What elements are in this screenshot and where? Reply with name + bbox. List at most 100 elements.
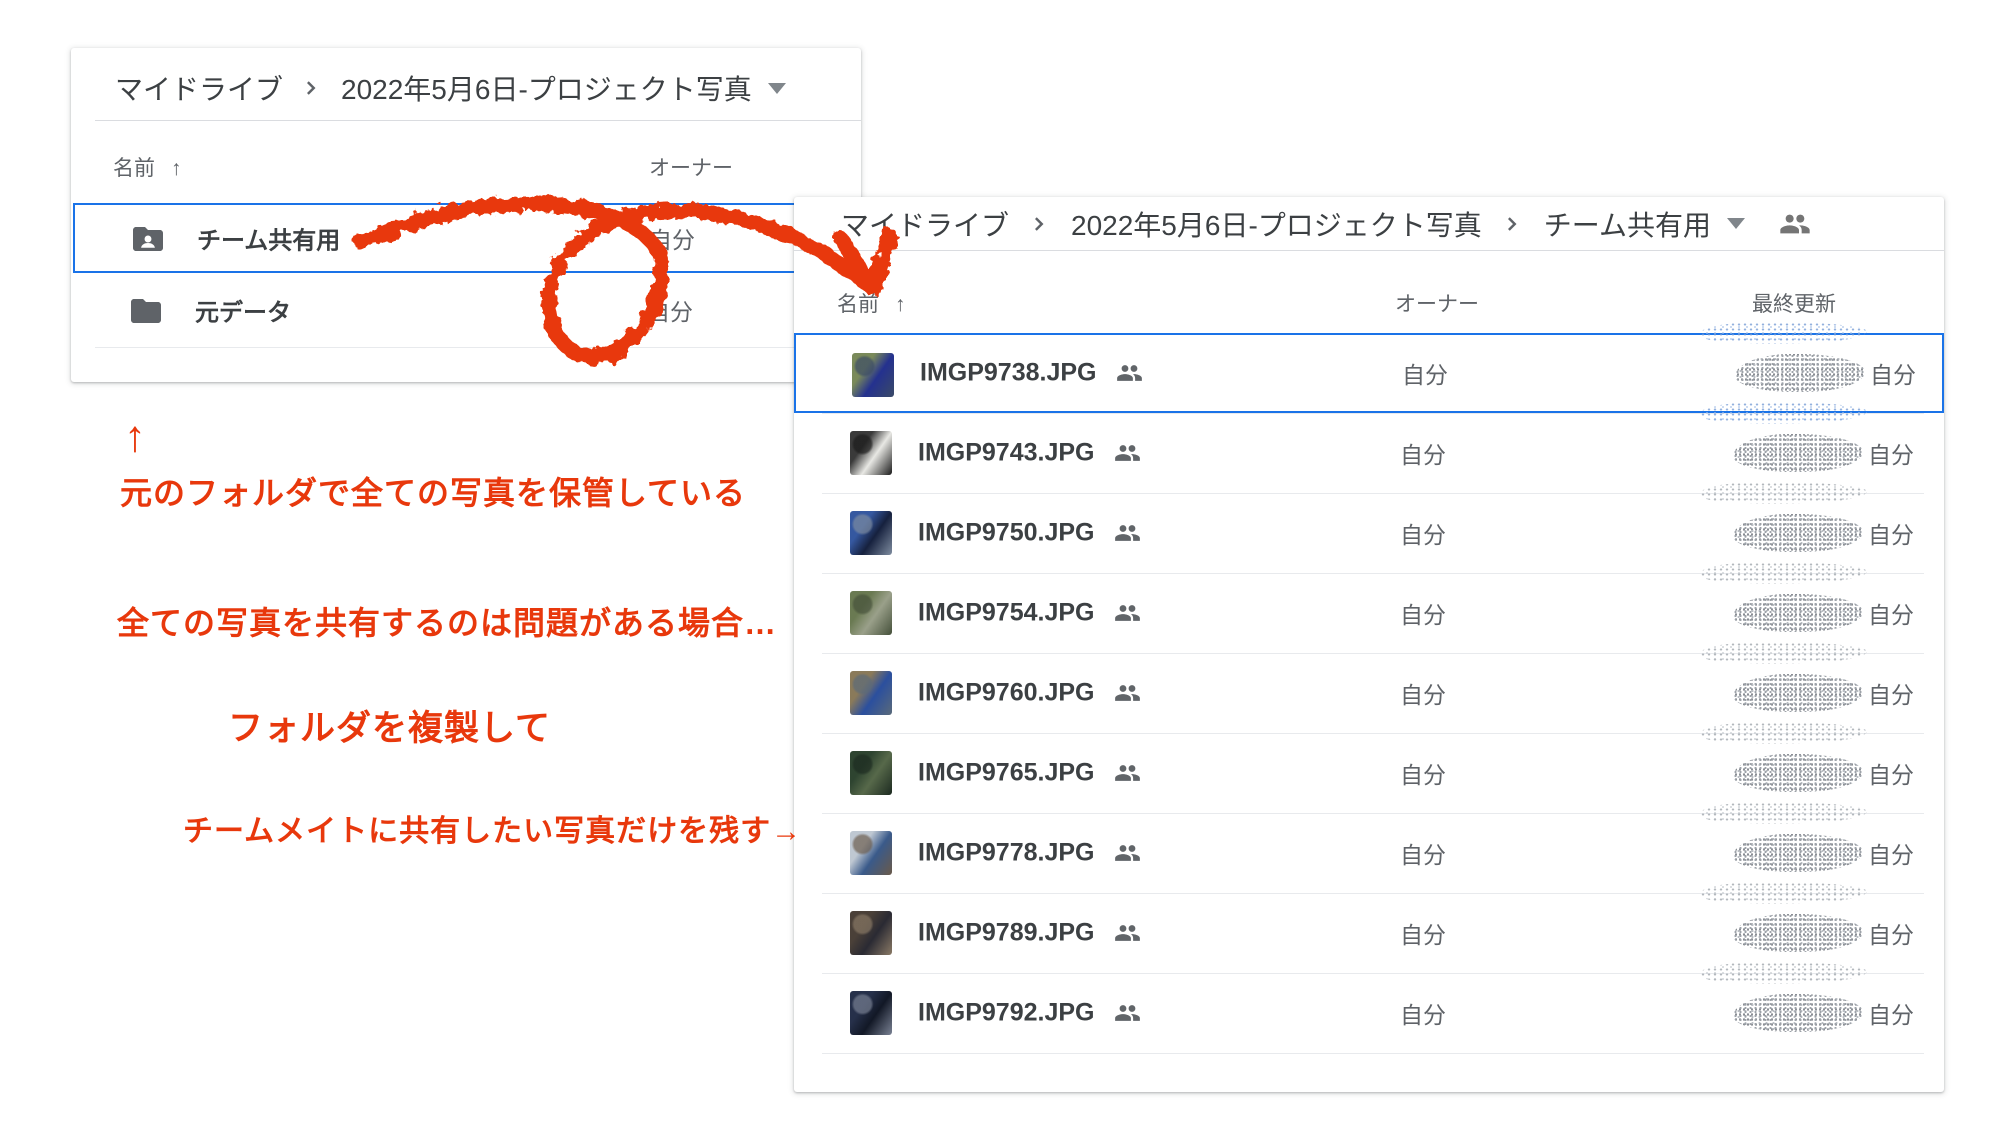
owner-value: 自分 — [1402, 356, 1448, 390]
file-row[interactable]: IMGP9778.JPG 自分 自分 — [794, 813, 1944, 893]
modified-by-value: 自分 — [1868, 996, 1914, 1030]
photo-thumbnail — [852, 353, 894, 397]
owner-value: 自分 — [1400, 996, 1446, 1030]
redacted-modified-date — [1733, 434, 1863, 472]
owner-value: 自分 — [647, 293, 693, 327]
modified-by-value: 自分 — [1868, 596, 1914, 630]
file-row[interactable]: IMGP9754.JPG 自分 自分 — [794, 573, 1944, 653]
column-header-owner[interactable]: オーナー — [1395, 288, 1479, 318]
annotation-line3: フォルダを複製して — [228, 700, 551, 751]
divider — [794, 250, 1944, 251]
breadcrumb: マイドライブ 2022年5月6日-プロジェクト写真 — [71, 62, 861, 114]
modified-by-value: 自分 — [1868, 436, 1914, 470]
file-name: IMGP9760.JPG — [918, 679, 1141, 708]
divider — [822, 1053, 1924, 1054]
folder-row-team-share[interactable]: チーム共有用 自分 — [73, 203, 858, 273]
annotation-line4: チームメイトに共有したい写真だけを残す→ — [183, 806, 802, 850]
photo-thumbnail — [850, 991, 892, 1035]
shared-people-icon[interactable] — [1779, 208, 1811, 240]
annotation-line1: 元のフォルダで全ての写真を保管している — [120, 468, 746, 514]
owner-value: 自分 — [1400, 516, 1446, 550]
owner-value: 自分 — [1400, 916, 1446, 950]
breadcrumb-item-project-photos[interactable]: 2022年5月6日-プロジェクト写真 — [341, 68, 752, 108]
modified-by-value: 自分 — [1868, 516, 1914, 550]
file-row[interactable]: IMGP9760.JPG 自分 自分 — [794, 653, 1944, 733]
file-name: IMGP9750.JPG — [918, 519, 1141, 548]
file-row[interactable]: IMGP9792.JPG 自分 自分 — [794, 973, 1944, 1053]
owner-value: 自分 — [649, 221, 695, 255]
shared-people-icon — [1114, 680, 1141, 707]
owner-value: 自分 — [1400, 676, 1446, 710]
file-row[interactable]: IMGP9743.JPG 自分 自分 — [794, 413, 1944, 493]
file-row[interactable]: IMGP9750.JPG 自分 自分 — [794, 493, 1944, 573]
shared-people-icon — [1114, 1000, 1141, 1027]
shared-people-icon — [1114, 920, 1141, 947]
shared-people-icon — [1114, 840, 1141, 867]
breadcrumb-dropdown-icon[interactable] — [1727, 218, 1745, 229]
redacted-modified-date — [1733, 994, 1863, 1032]
redacted-modified-date — [1733, 514, 1863, 552]
breadcrumb-item-my-drive[interactable]: マイドライブ — [115, 68, 283, 108]
file-name: IMGP9738.JPG — [920, 359, 1143, 388]
modified-by-value: 自分 — [1868, 676, 1914, 710]
sort-ascending-icon: ↑ — [895, 293, 906, 316]
column-header-name[interactable]: 名前↑ — [837, 288, 906, 318]
file-row[interactable]: IMGP9738.JPG 自分 自分 — [794, 333, 1944, 413]
redacted-modified-date — [1735, 354, 1865, 392]
folder-name: チーム共有用 — [197, 221, 340, 256]
shared-people-icon — [1116, 360, 1143, 387]
breadcrumb-item-team-share[interactable]: チーム共有用 — [1544, 204, 1711, 244]
photo-thumbnail — [850, 831, 892, 875]
redacted-modified-date — [1733, 914, 1863, 952]
shared-people-icon — [1114, 600, 1141, 627]
annotation-line2: 全ての写真を共有するのは問題がある場合… — [117, 598, 777, 644]
file-name: IMGP9778.JPG — [918, 839, 1141, 868]
owner-value: 自分 — [1400, 596, 1446, 630]
chevron-right-icon — [297, 73, 327, 103]
file-row[interactable]: IMGP9765.JPG 自分 自分 — [794, 733, 1944, 813]
column-header-owner[interactable]: オーナー — [649, 152, 733, 182]
modified-by-value: 自分 — [1868, 756, 1914, 790]
modified-by-value: 自分 — [1868, 836, 1914, 870]
shared-people-icon — [1114, 440, 1141, 467]
file-name: IMGP9754.JPG — [918, 599, 1141, 628]
divider — [95, 120, 861, 121]
file-list: IMGP9738.JPG自分自分IMGP9743.JPG自分自分IMGP9750… — [794, 333, 1944, 1053]
file-name: IMGP9792.JPG — [918, 999, 1141, 1028]
shared-people-icon — [1114, 760, 1141, 787]
owner-value: 自分 — [1400, 436, 1446, 470]
chevron-right-icon — [1498, 209, 1528, 239]
redacted-modified-date — [1733, 754, 1863, 792]
shared-folder-icon — [130, 221, 166, 257]
photo-thumbnail — [850, 431, 892, 475]
drive-window-team-share-folder: マイドライブ 2022年5月6日-プロジェクト写真 チーム共有用 名前↑ オーナ… — [794, 197, 1944, 1092]
divider — [95, 347, 847, 348]
owner-value: 自分 — [1400, 756, 1446, 790]
column-header-last-modified[interactable]: 最終更新 — [1752, 288, 1836, 318]
annotation-up-arrow: ↑ — [124, 412, 147, 462]
folder-icon — [128, 293, 164, 329]
column-header-name[interactable]: 名前↑ — [113, 152, 182, 182]
photo-thumbnail — [850, 671, 892, 715]
shared-people-icon — [1114, 520, 1141, 547]
file-row[interactable]: IMGP9789.JPG 自分 自分 — [794, 893, 1944, 973]
drive-window-parent-folder: マイドライブ 2022年5月6日-プロジェクト写真 名前↑ オーナー チーム共有… — [71, 48, 861, 382]
breadcrumb-dropdown-icon[interactable] — [768, 83, 786, 94]
photo-thumbnail — [850, 591, 892, 635]
photo-thumbnail — [850, 751, 892, 795]
owner-value: 自分 — [1400, 836, 1446, 870]
sort-ascending-icon: ↑ — [171, 157, 182, 180]
file-name: IMGP9789.JPG — [918, 919, 1141, 948]
modified-by-value: 自分 — [1870, 356, 1916, 390]
folder-row-original-data[interactable]: 元データ 自分 — [73, 273, 854, 347]
photo-thumbnail — [850, 911, 892, 955]
file-name: IMGP9743.JPG — [918, 439, 1141, 468]
chevron-right-icon — [1025, 209, 1055, 239]
breadcrumb-item-my-drive[interactable]: マイドライブ — [841, 204, 1009, 244]
breadcrumb-item-project-photos[interactable]: 2022年5月6日-プロジェクト写真 — [1071, 204, 1482, 244]
file-name: IMGP9765.JPG — [918, 759, 1141, 788]
modified-by-value: 自分 — [1868, 916, 1914, 950]
photo-thumbnail — [850, 511, 892, 555]
redacted-modified-date — [1733, 834, 1863, 872]
breadcrumb: マイドライブ 2022年5月6日-プロジェクト写真 チーム共有用 — [794, 197, 1944, 250]
